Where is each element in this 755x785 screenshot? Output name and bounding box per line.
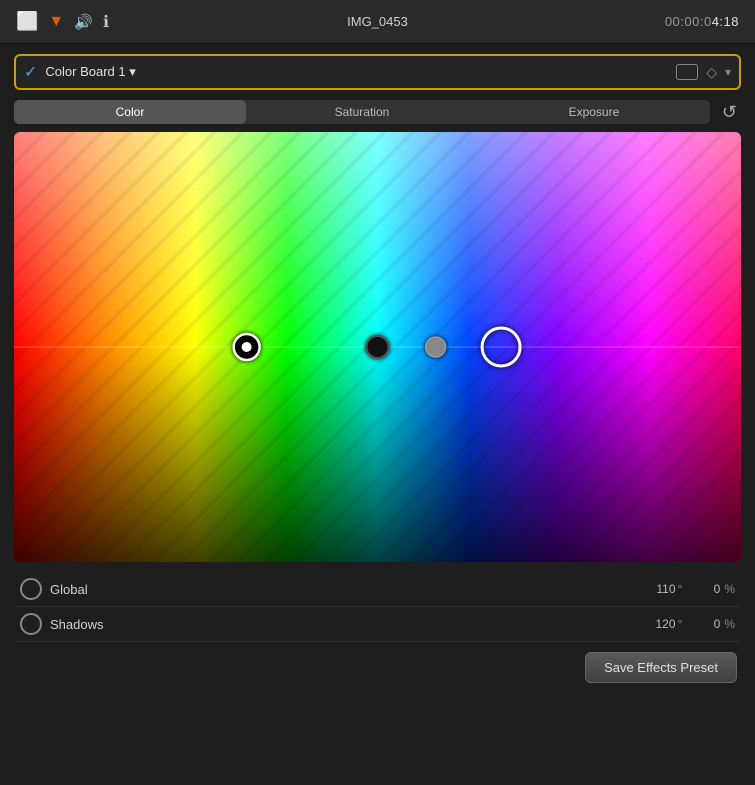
shadows-icon bbox=[20, 613, 42, 635]
tab-color[interactable]: Color bbox=[14, 100, 246, 124]
save-row: Save Effects Preset bbox=[14, 642, 741, 689]
tab-exposure[interactable]: Exposure bbox=[478, 100, 710, 124]
toolbar-left: ⬜ ▼ 🔊 ℹ bbox=[16, 11, 109, 32]
mask-icon[interactable] bbox=[676, 64, 698, 80]
color-icon[interactable]: ▼ bbox=[48, 13, 64, 31]
toolbar-title: IMG_0453 bbox=[347, 14, 408, 29]
time-prefix: 00:00:0 bbox=[665, 14, 712, 29]
shadows-pct-value[interactable]: 0 bbox=[700, 617, 720, 631]
params-section: Global 110 ° 0 % Shadows 120 ° 0 % bbox=[14, 572, 741, 642]
global-icon bbox=[20, 578, 42, 600]
global-pct-value[interactable]: 0 bbox=[700, 582, 720, 596]
shadows-angle-unit: ° bbox=[678, 617, 683, 631]
toolbar: ⬜ ▼ 🔊 ℹ IMG_0453 00:00:04:18 bbox=[0, 0, 755, 44]
param-row-global: Global 110 ° 0 % bbox=[16, 572, 739, 607]
save-effects-preset-button[interactable]: Save Effects Preset bbox=[585, 652, 737, 683]
global-angle-value[interactable]: 110 bbox=[638, 582, 676, 596]
board-name[interactable]: Color Board 1 ▾ bbox=[45, 64, 676, 80]
film-icon[interactable]: ⬜ bbox=[16, 11, 38, 32]
shadows-pct-unit: % bbox=[724, 617, 735, 631]
global-label: Global bbox=[50, 582, 638, 597]
color-board-selector: ✓ Color Board 1 ▾ ◇ ▾ bbox=[14, 54, 741, 90]
param-row-shadows: Shadows 120 ° 0 % bbox=[16, 607, 739, 642]
keyframe-diamond-icon[interactable]: ◇ bbox=[706, 64, 717, 81]
expand-chevron-icon[interactable]: ▾ bbox=[725, 65, 731, 79]
board-controls: ◇ ▾ bbox=[676, 64, 731, 81]
global-angle-unit: ° bbox=[678, 582, 683, 596]
enable-checkbox[interactable]: ✓ bbox=[24, 62, 37, 82]
reset-button[interactable]: ↺ bbox=[718, 102, 741, 123]
tab-saturation[interactable]: Saturation bbox=[246, 100, 478, 124]
info-icon[interactable]: ℹ bbox=[103, 12, 109, 32]
color-board[interactable] bbox=[14, 132, 741, 562]
tabs: Color Saturation Exposure bbox=[14, 100, 710, 124]
effects-panel: ✓ Color Board 1 ▾ ◇ ▾ Color Saturation E… bbox=[0, 44, 755, 699]
file-name: IMG_0453 bbox=[347, 14, 408, 29]
tab-row: Color Saturation Exposure ↺ bbox=[14, 100, 741, 124]
global-pct-unit: % bbox=[724, 582, 735, 596]
timecode: 00:00:04:18 bbox=[665, 14, 739, 29]
shadows-label: Shadows bbox=[50, 617, 638, 632]
audio-icon[interactable]: 🔊 bbox=[74, 13, 93, 31]
color-gradient bbox=[14, 132, 741, 562]
shadows-angle-value[interactable]: 120 bbox=[638, 617, 676, 631]
time-highlight: 4:18 bbox=[712, 14, 739, 29]
